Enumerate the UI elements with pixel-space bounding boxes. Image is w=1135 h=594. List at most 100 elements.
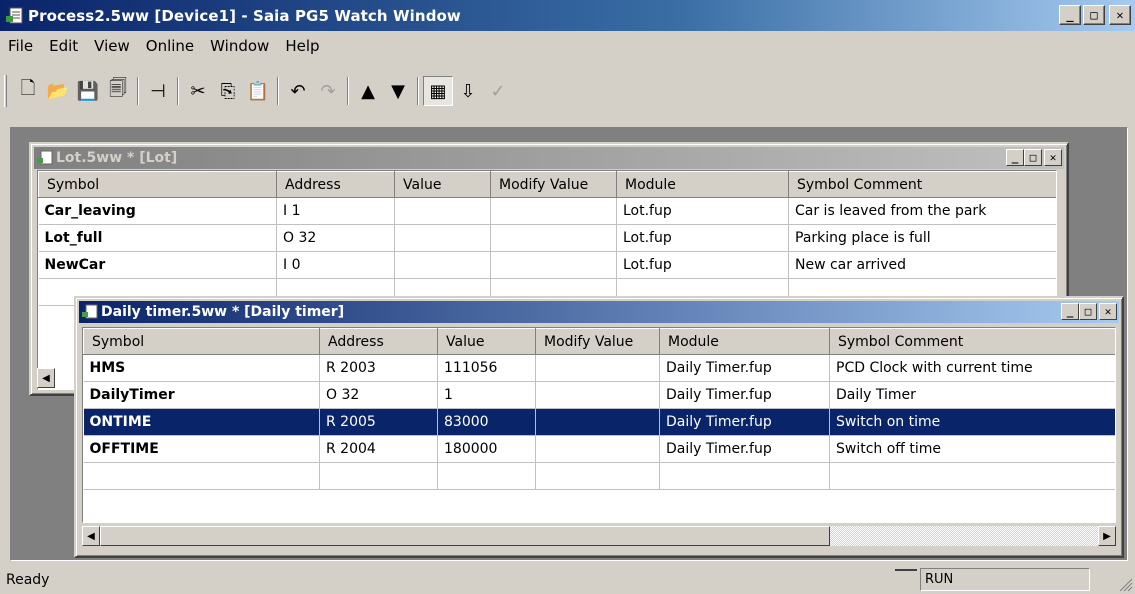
toolbar-separator	[347, 77, 349, 105]
open-icon[interactable]: 📂	[43, 76, 73, 106]
redo-icon[interactable]: ↷	[313, 76, 343, 106]
move-down-icon[interactable]: ▼	[383, 76, 413, 106]
cell-modify[interactable]	[535, 354, 660, 382]
title-bar[interactable]: Process2.5ww [Device1] - Saia PG5 Watch …	[0, 0, 1135, 31]
lot-minimize-button[interactable]: _	[1006, 149, 1024, 166]
cell-modify[interactable]	[535, 435, 660, 463]
timer-watch-grid: Symbol Address Value Modify Value Module Symb…	[82, 327, 1116, 523]
watch-file-icon	[36, 150, 54, 166]
lot-window-titlebar[interactable]: Lot.5ww * [Lot] _ □ ✕	[34, 147, 1064, 169]
column-header[interactable]: Module	[616, 171, 789, 198]
scroll-thumb[interactable]	[100, 526, 830, 546]
cell-symbol: HMS	[83, 354, 320, 382]
menu-online[interactable]: Online	[138, 37, 202, 55]
column-header[interactable]: Address	[276, 171, 395, 198]
paste-icon[interactable]: 📋	[243, 76, 273, 106]
scroll-left-arrow-icon[interactable]: ◀	[82, 526, 100, 546]
cell-modify[interactable]	[535, 408, 660, 436]
cell-empty[interactable]	[319, 462, 438, 490]
cell-symbol: OFFTIME	[83, 435, 320, 463]
daily-timer-watch-window[interactable]: Daily timer.5ww * [Daily timer] _ □ ✕ Sy…	[74, 296, 1124, 558]
timer-horizontal-scrollbar[interactable]: ◀ ▶	[82, 526, 1116, 546]
cell-modify[interactable]	[535, 381, 660, 409]
watch-icon[interactable]: ▦	[423, 76, 453, 106]
table-row[interactable]: NewCar I 0 Lot.fup New car arrived	[38, 251, 1056, 279]
lot-window-title: Lot.5ww * [Lot]	[56, 150, 178, 166]
cell-symbol: DailyTimer	[83, 381, 320, 409]
column-header[interactable]: Value	[394, 171, 491, 198]
cell-comment: Switch off time	[829, 435, 1115, 463]
cell-address: R 2003	[319, 354, 438, 382]
column-header[interactable]: Address	[319, 328, 438, 355]
resize-grip-icon[interactable]	[1117, 576, 1133, 592]
cell-symbol: Lot_full	[38, 224, 277, 252]
menu-window[interactable]: Window	[202, 37, 277, 55]
cell-empty[interactable]	[659, 462, 830, 490]
column-header[interactable]: Modify Value	[490, 171, 617, 198]
table-row[interactable]: OFFTIME R 2004 180000 Daily Timer.fup Switch…	[83, 435, 1115, 463]
menu-edit[interactable]: Edit	[41, 37, 86, 55]
cell-modify[interactable]	[490, 251, 617, 279]
toolbar-separator	[137, 77, 139, 105]
cell-symbol: Car_leaving	[38, 197, 277, 225]
download-icon[interactable]: ⇩	[453, 76, 483, 106]
cell-empty[interactable]	[83, 462, 320, 490]
cell-module: Lot.fup	[616, 224, 789, 252]
column-header[interactable]: Symbol Comment	[788, 171, 1056, 198]
cut-icon[interactable]: ✂	[183, 76, 213, 106]
empty-row[interactable]	[83, 462, 1115, 490]
save-all-icon[interactable]: 🗐	[103, 76, 133, 106]
column-header[interactable]: Module	[659, 328, 830, 355]
timer-window-title: Daily timer.5ww * [Daily timer]	[101, 304, 345, 320]
undo-icon[interactable]: ↶	[283, 76, 313, 106]
cell-module: Daily Timer.fup	[659, 354, 830, 382]
timer-close-button[interactable]: ✕	[1099, 303, 1117, 320]
cell-empty[interactable]	[829, 462, 1115, 490]
table-row[interactable]: DailyTimer O 32 1 Daily Timer.fup Daily Time…	[83, 381, 1115, 409]
cell-module: Daily Timer.fup	[659, 381, 830, 409]
table-row[interactable]: Lot_full O 32 Lot.fup Parking place is full	[38, 224, 1056, 252]
close-button[interactable]: ✕	[1109, 5, 1131, 25]
column-header[interactable]: Modify Value	[535, 328, 660, 355]
cell-empty[interactable]	[437, 462, 536, 490]
timer-maximize-button[interactable]: □	[1079, 303, 1097, 320]
cell-address: R 2005	[319, 408, 438, 436]
move-up-icon[interactable]: ▲	[353, 76, 383, 106]
column-header[interactable]: Value	[437, 328, 536, 355]
cell-empty[interactable]	[535, 462, 660, 490]
cell-address: O 32	[276, 224, 395, 252]
toolbar-grip[interactable]	[4, 75, 7, 107]
app-icon	[6, 7, 24, 25]
minimize-button[interactable]: _	[1059, 5, 1081, 25]
scroll-right-arrow-icon[interactable]: ▶	[1098, 526, 1116, 546]
column-header[interactable]: Symbol Comment	[829, 328, 1115, 355]
new-icon[interactable]: 🗋	[13, 76, 43, 106]
watch-file-icon	[81, 304, 99, 320]
cell-comment: Switch on time	[829, 408, 1115, 436]
lot-close-button[interactable]: ✕	[1044, 149, 1062, 166]
cell-address: I 1	[276, 197, 395, 225]
cell-modify[interactable]	[490, 197, 617, 225]
save-icon[interactable]: 💾	[73, 76, 103, 106]
check-icon[interactable]: ✓	[483, 76, 513, 106]
column-header[interactable]: Symbol	[83, 328, 320, 355]
menu-view[interactable]: View	[86, 37, 138, 55]
menu-help[interactable]: Help	[277, 37, 327, 55]
maximize-button[interactable]: □	[1083, 5, 1105, 25]
table-row[interactable]: Car_leaving I 1 Lot.fup Car is leaved from …	[38, 197, 1056, 225]
lot-maximize-button[interactable]: □	[1024, 149, 1042, 166]
cell-address: O 32	[319, 381, 438, 409]
pin-icon[interactable]: ⊣	[143, 76, 173, 106]
table-row[interactable]: HMS R 2003 111056 Daily Timer.fup PCD Clock …	[83, 354, 1115, 382]
table-row[interactable]: ONTIME R 2005 83000 Daily Timer.fup Switch o…	[83, 408, 1115, 436]
cell-comment: New car arrived	[788, 251, 1056, 279]
cell-value: 111056	[437, 354, 536, 382]
cell-comment: Parking place is full	[788, 224, 1056, 252]
lot-scroll-left-button[interactable]: ◀	[37, 368, 55, 388]
cell-modify[interactable]	[490, 224, 617, 252]
timer-window-titlebar[interactable]: Daily timer.5ww * [Daily timer] _ □ ✕	[79, 301, 1119, 323]
column-header[interactable]: Symbol	[38, 171, 277, 198]
copy-icon[interactable]: ⎘	[213, 76, 243, 106]
menu-file[interactable]: File	[0, 37, 41, 55]
timer-minimize-button[interactable]: _	[1061, 303, 1079, 320]
